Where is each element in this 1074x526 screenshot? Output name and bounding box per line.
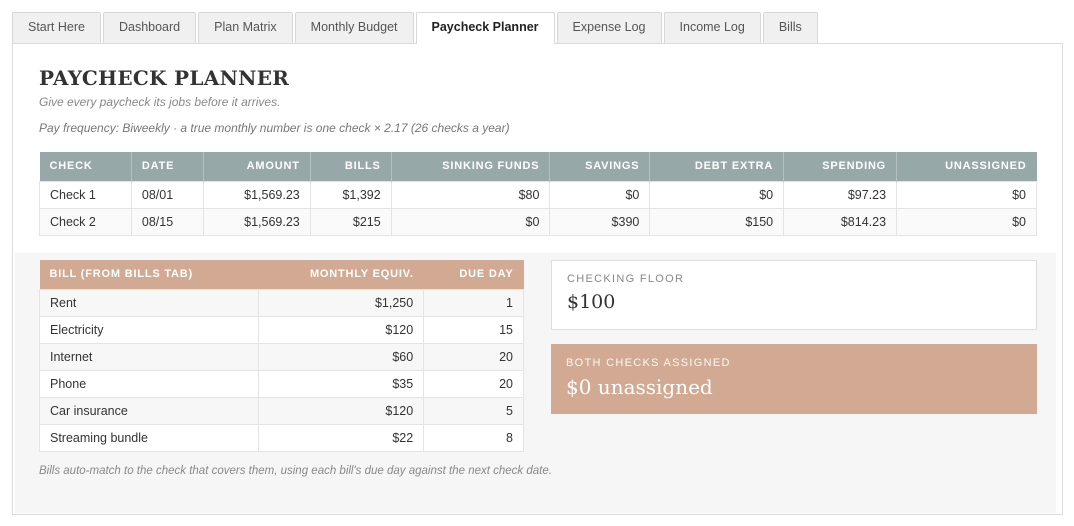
bills-table: BILL (FROM BILLS TAB) MONTHLY EQUIV. DUE… <box>39 260 524 452</box>
bill-due-day-cell[interactable]: 5 <box>423 396 524 425</box>
col-header-check: CHECK <box>39 152 132 181</box>
check-debt-extra-cell[interactable]: $0 <box>649 180 785 209</box>
check-date-cell[interactable]: 08/01 <box>130 180 204 209</box>
assignment-status-label: BOTH CHECKS ASSIGNED <box>566 357 731 369</box>
bill-due-day-cell[interactable]: 1 <box>423 288 524 317</box>
col-header-bills: BILLS <box>310 152 392 181</box>
check-debt-extra-cell[interactable]: $150 <box>649 207 785 236</box>
col-header-spending: SPENDING <box>783 152 898 181</box>
bill-due-day-cell[interactable]: 20 <box>423 342 524 371</box>
bill-monthly-cell[interactable]: $120 <box>257 396 425 425</box>
checks-table: CHECK DATE AMOUNT BILLS SINKING FUNDS SA… <box>39 152 1037 236</box>
bill-monthly-cell[interactable]: $60 <box>257 342 425 371</box>
col-header-bill: BILL (FROM BILLS TAB) <box>39 260 258 289</box>
checks-header-row: CHECK DATE AMOUNT BILLS SINKING FUNDS SA… <box>39 152 1037 181</box>
table-row: Check 1 08/01 $1,569.23 $1,392 $80 $0 $0… <box>39 180 1037 209</box>
bill-name-cell[interactable]: Rent <box>39 288 259 317</box>
table-row: Check 2 08/15 $1,569.23 $215 $0 $390 $15… <box>39 207 1037 236</box>
check-name-cell[interactable]: Check 1 <box>39 180 132 209</box>
check-bills-cell[interactable]: $1,392 <box>309 180 392 209</box>
col-header-due-day: DUE DAY <box>423 260 524 289</box>
tab-income-log[interactable]: Income Log <box>663 12 761 43</box>
footnote: Bills auto-match to the check that cover… <box>39 465 552 477</box>
table-row: Electricity $120 15 <box>39 315 524 344</box>
checking-floor-card: CHECKING FLOOR $100 <box>551 260 1037 330</box>
check-savings-cell[interactable]: $390 <box>549 207 651 236</box>
check-name-cell[interactable]: Check 2 <box>39 207 132 236</box>
check-bills-cell[interactable]: $215 <box>309 207 392 236</box>
checking-floor-label: CHECKING FLOOR <box>567 273 685 285</box>
check-sinking-funds-cell[interactable]: $0 <box>390 207 551 236</box>
check-unassigned-cell[interactable]: $0 <box>896 180 1037 209</box>
check-sinking-funds-cell[interactable]: $80 <box>390 180 551 209</box>
assignment-status-card: BOTH CHECKS ASSIGNED $0 unassigned <box>551 344 1037 414</box>
checking-floor-value: $100 <box>567 291 616 313</box>
paycheck-planner-panel: PAYCHECK PLANNER Give every paycheck its… <box>12 43 1063 515</box>
bill-monthly-cell[interactable]: $1,250 <box>257 288 425 317</box>
bill-name-cell[interactable]: Phone <box>39 369 259 398</box>
col-header-date: DATE <box>131 152 204 181</box>
check-amount-cell[interactable]: $1,569.23 <box>202 180 311 209</box>
bill-monthly-cell[interactable]: $120 <box>257 315 425 344</box>
table-row: Phone $35 20 <box>39 369 524 398</box>
bill-due-day-cell[interactable]: 8 <box>423 423 524 452</box>
table-row: Streaming bundle $22 8 <box>39 423 524 452</box>
check-spending-cell[interactable]: $97.23 <box>783 180 898 209</box>
col-header-sinking-funds: SINKING FUNDS <box>391 152 551 181</box>
table-row: Internet $60 20 <box>39 342 524 371</box>
pay-frequency-note: Pay frequency: Biweekly · a true monthly… <box>39 121 510 135</box>
col-header-unassigned: UNASSIGNED <box>896 152 1037 181</box>
page-title: PAYCHECK PLANNER <box>39 66 290 90</box>
bill-name-cell[interactable]: Internet <box>39 342 259 371</box>
bill-name-cell[interactable]: Car insurance <box>39 396 259 425</box>
bill-name-cell[interactable]: Electricity <box>39 315 259 344</box>
col-header-debt-extra: DEBT EXTRA <box>649 152 785 181</box>
check-amount-cell[interactable]: $1,569.23 <box>202 207 311 236</box>
tab-bills[interactable]: Bills <box>762 12 818 43</box>
bill-monthly-cell[interactable]: $22 <box>257 423 425 452</box>
col-header-monthly-equiv: MONTHLY EQUIV. <box>258 260 424 289</box>
bills-header-row: BILL (FROM BILLS TAB) MONTHLY EQUIV. DUE… <box>39 260 524 289</box>
check-spending-cell[interactable]: $814.23 <box>783 207 898 236</box>
tab-paycheck-planner[interactable]: Paycheck Planner <box>415 12 555 44</box>
bill-due-day-cell[interactable]: 15 <box>423 315 524 344</box>
tab-monthly-budget[interactable]: Monthly Budget <box>294 12 414 43</box>
tab-plan-matrix[interactable]: Plan Matrix <box>198 12 293 43</box>
bill-monthly-cell[interactable]: $35 <box>257 369 425 398</box>
tab-bar: Start Here Dashboard Plan Matrix Monthly… <box>12 12 820 44</box>
col-header-savings: SAVINGS <box>549 152 651 181</box>
check-date-cell[interactable]: 08/15 <box>130 207 204 236</box>
bill-name-cell[interactable]: Streaming bundle <box>39 423 259 452</box>
unassigned-total-value: $0 unassigned <box>566 375 713 399</box>
bill-due-day-cell[interactable]: 20 <box>423 369 524 398</box>
tab-start-here[interactable]: Start Here <box>12 12 101 43</box>
tab-expense-log[interactable]: Expense Log <box>556 12 662 43</box>
table-row: Rent $1,250 1 <box>39 288 524 317</box>
col-header-amount: AMOUNT <box>203 152 311 181</box>
tab-dashboard[interactable]: Dashboard <box>102 12 197 43</box>
page-subtitle: Give every paycheck its jobs before it a… <box>39 95 281 109</box>
check-savings-cell[interactable]: $0 <box>549 180 651 209</box>
check-unassigned-cell[interactable]: $0 <box>896 207 1037 236</box>
table-row: Car insurance $120 5 <box>39 396 524 425</box>
